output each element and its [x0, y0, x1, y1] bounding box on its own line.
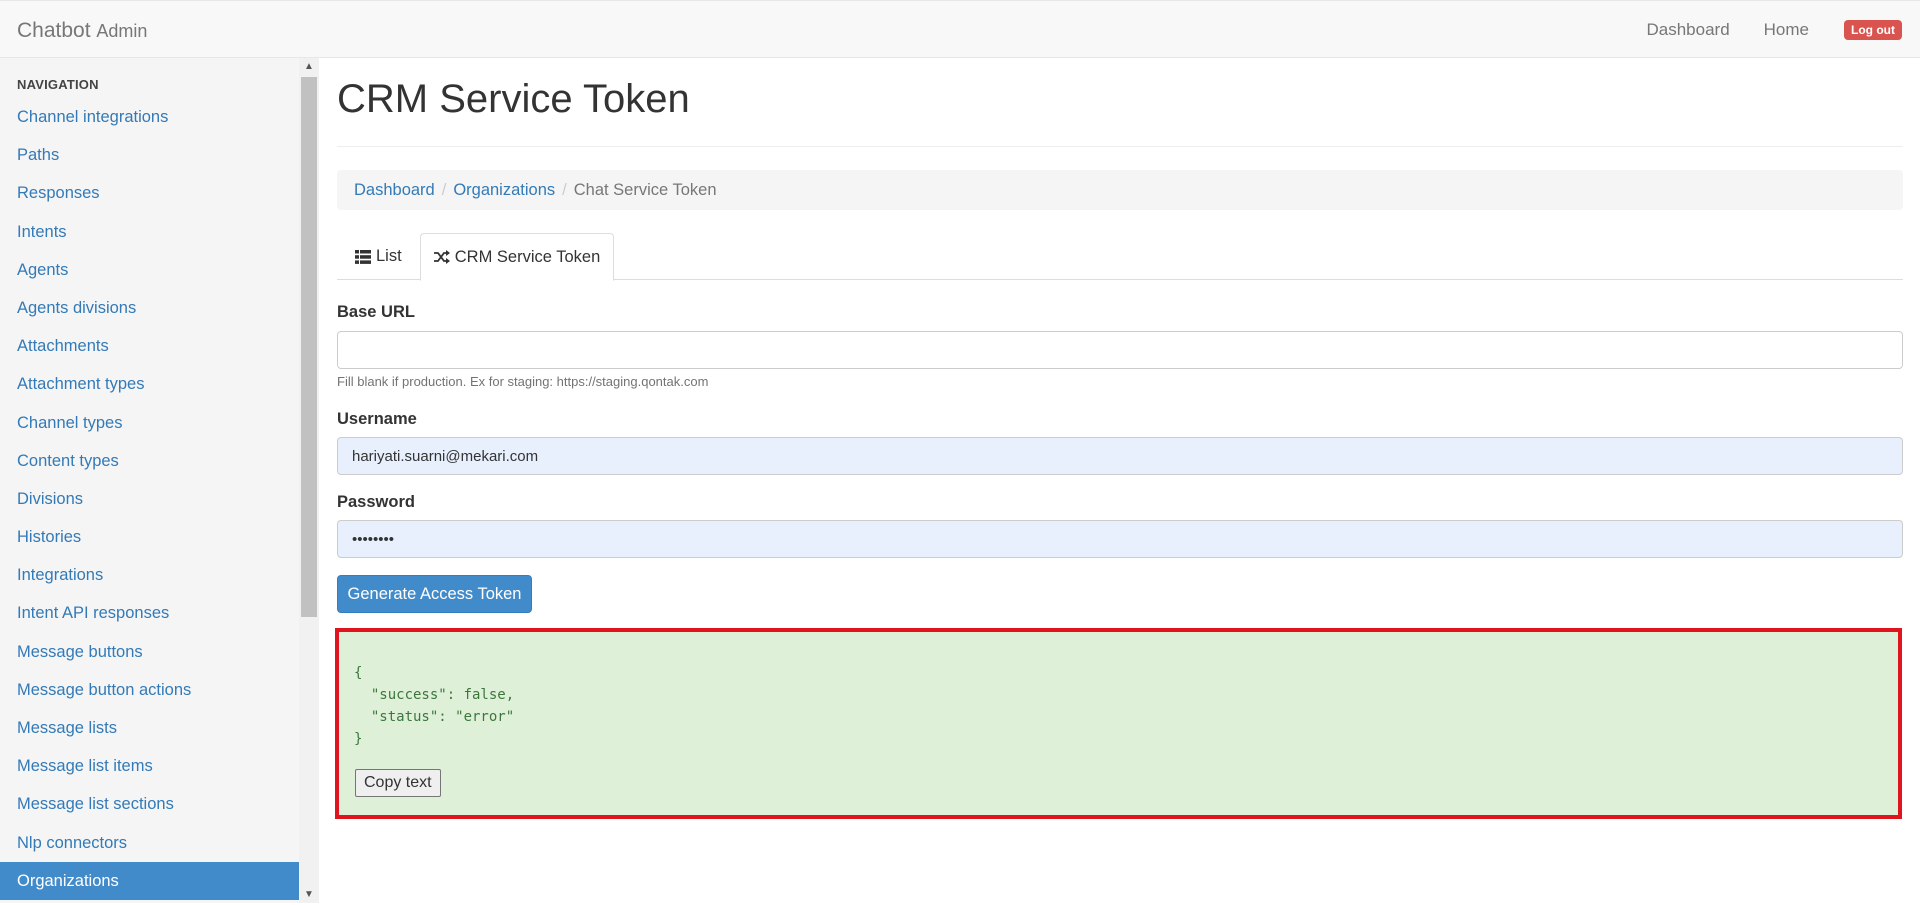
sidebar-item-content-types[interactable]: Content types — [0, 442, 299, 480]
breadcrumb-separator: / — [441, 180, 447, 199]
shuffle-icon — [433, 250, 450, 264]
top-navbar: Chatbot Admin Dashboard Home Log out — [0, 0, 1920, 58]
scroll-down-arrow-icon[interactable]: ▼ — [299, 886, 319, 903]
brand-subtitle: Admin — [96, 21, 148, 41]
nav-link-dashboard[interactable]: Dashboard — [1646, 20, 1729, 40]
password-label: Password — [337, 493, 415, 511]
sidebar-item-message-lists[interactable]: Message lists — [0, 709, 299, 747]
breadcrumb-dashboard[interactable]: Dashboard — [354, 181, 435, 200]
tab-crm-service-token[interactable]: CRM Service Token — [420, 233, 614, 281]
sidebar-item-channel-types[interactable]: Channel types — [0, 404, 299, 442]
sidebar-item-responses[interactable]: Responses — [0, 174, 299, 212]
generate-access-token-button[interactable]: Generate Access Token — [337, 575, 532, 613]
sidebar-item-paths[interactable]: Paths — [0, 136, 299, 174]
sidebar-scrollbar[interactable]: ▲ ▼ — [299, 58, 319, 903]
nav-link-home[interactable]: Home — [1764, 20, 1809, 40]
base-url-help-text: Fill blank if production. Ex for staging… — [337, 374, 709, 389]
list-icon — [355, 249, 371, 264]
tab-bar: List CRM Service Token — [337, 233, 1903, 281]
tab-list-label: List — [376, 247, 402, 265]
breadcrumb-separator: / — [562, 180, 567, 199]
username-input[interactable] — [337, 437, 1903, 475]
tab-crm-label: CRM Service Token — [454, 247, 601, 266]
sidebar-item-intents[interactable]: Intents — [0, 213, 299, 251]
json-response-output: { "success": false, "status": "error" } — [354, 665, 515, 747]
sidebar-item-channel-integrations[interactable]: Channel integrations — [0, 98, 299, 136]
navbar-right: Dashboard Home Log out — [1612, 1, 1902, 59]
base-url-input[interactable] — [337, 331, 1903, 369]
base-url-label: Base URL — [337, 303, 415, 321]
sidebar-item-histories[interactable]: Histories — [0, 518, 299, 556]
logout-button[interactable]: Log out — [1844, 20, 1902, 40]
sidebar-item-agents[interactable]: Agents — [0, 251, 299, 289]
breadcrumb-current: Chat Service Token — [573, 180, 717, 199]
sidebar-item-message-list-sections[interactable]: Message list sections — [0, 785, 299, 823]
breadcrumb-organizations[interactable]: Organizations — [453, 181, 555, 200]
password-input[interactable] — [337, 520, 1903, 558]
sidebar-item-divisions[interactable]: Divisions — [0, 480, 299, 518]
breadcrumb: Dashboard / Organizations / Chat Service… — [337, 170, 1903, 210]
token-result-panel: { "success": false, "status": "error" } … — [335, 628, 1902, 819]
brand-logo[interactable]: Chatbot Admin — [17, 19, 147, 43]
sidebar-item-message-list-items[interactable]: Message list items — [0, 747, 299, 785]
sidebar-item-message-buttons[interactable]: Message buttons — [0, 633, 299, 671]
sidebar-item-attachment-types[interactable]: Attachment types — [0, 365, 299, 403]
sidebar-item-intent-api-responses[interactable]: Intent API responses — [0, 594, 299, 632]
sidebar-list: Channel integrations Paths Responses Int… — [0, 98, 299, 900]
sidebar-item-agents-divisions[interactable]: Agents divisions — [0, 289, 299, 327]
scrollbar-thumb[interactable] — [301, 77, 317, 617]
sidebar-item-integrations[interactable]: Integrations — [0, 556, 299, 594]
username-label: Username — [337, 410, 417, 428]
title-divider — [337, 146, 1903, 147]
sidebar-item-message-button-actions[interactable]: Message button actions — [0, 671, 299, 709]
sidebar-item-nlp-connectors[interactable]: Nlp connectors — [0, 824, 299, 862]
sidebar-header: NAVIGATION — [17, 77, 99, 92]
copy-text-button[interactable]: Copy text — [355, 769, 441, 797]
sidebar-item-attachments[interactable]: Attachments — [0, 327, 299, 365]
sidebar-item-organizations[interactable]: Organizations — [0, 861, 299, 900]
tab-list[interactable]: List — [355, 233, 402, 280]
brand-title: Chatbot — [17, 19, 91, 42]
scroll-up-arrow-icon[interactable]: ▲ — [299, 58, 319, 75]
sidebar: NAVIGATION Channel integrations Paths Re… — [0, 58, 299, 903]
page-title: CRM Service Token — [337, 77, 690, 121]
